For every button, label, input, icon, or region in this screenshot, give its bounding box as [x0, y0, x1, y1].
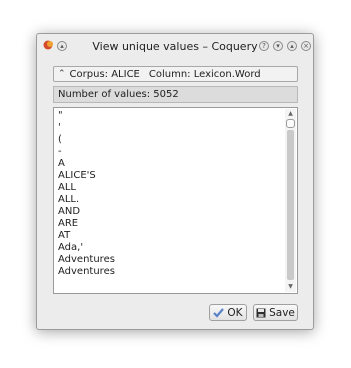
maximize-icon[interactable]: ▴: [287, 41, 297, 51]
save-button[interactable]: Save: [253, 304, 298, 321]
app-icon: [43, 40, 53, 50]
list-item[interactable]: Adventures: [58, 266, 283, 278]
list-item[interactable]: A: [58, 158, 283, 170]
list-item[interactable]: Ada,': [58, 242, 283, 254]
floppy-disk-icon: [256, 308, 266, 317]
corpus-info-toggle[interactable]: ⌃ Corpus: ALICE Column: Lexicon.Word: [53, 66, 298, 82]
column-label: Column: Lexicon.Word: [148, 68, 261, 80]
scroll-down-icon[interactable]: ▼: [285, 282, 296, 292]
minimize-icon[interactable]: ▾: [273, 41, 283, 51]
corpus-label: Corpus: ALICE: [69, 68, 140, 80]
list-item[interactable]: ALL: [58, 182, 283, 194]
list-item[interactable]: ': [58, 122, 283, 134]
window-title: View unique values – Coquery: [92, 40, 258, 53]
scroll-up-icon[interactable]: ▲: [285, 109, 296, 119]
value-count-label: Number of values: 5052: [53, 86, 298, 103]
values-container: " '(- A ALICE'S ALL ALL. AND ARE AT Ada,' Adventur…: [58, 110, 283, 278]
list-item[interactable]: (: [58, 134, 283, 146]
list-item[interactable]: AND: [58, 206, 283, 218]
list-item[interactable]: ARE: [58, 218, 283, 230]
list-item[interactable]: AT: [58, 230, 283, 242]
scrollbar-track[interactable]: [287, 130, 294, 280]
dialog-window: ▴ View unique values – Coquery ? ▾ ▴ × ⌃…: [36, 33, 314, 330]
list-item[interactable]: ALL.: [58, 194, 283, 206]
collapse-caret-icon: ⌃: [58, 69, 66, 79]
unique-values-list[interactable]: " '(- A ALICE'S ALL ALL. AND ARE AT Ada,' Adventur…: [53, 107, 298, 294]
ok-label: OK: [227, 306, 243, 319]
vertical-scrollbar[interactable]: ▲ ▼: [285, 109, 296, 292]
list-item[interactable]: -: [58, 146, 283, 158]
list-item[interactable]: Adventures: [58, 254, 283, 266]
save-label: Save: [269, 306, 295, 319]
list-item[interactable]: ALICE'S: [58, 170, 283, 182]
scrollbar-thumb[interactable]: [286, 119, 295, 128]
help-icon[interactable]: ?: [259, 41, 269, 51]
checkmark-icon: [213, 307, 225, 318]
list-item[interactable]: ": [58, 110, 283, 122]
pin-icon[interactable]: ▴: [57, 41, 67, 51]
close-icon[interactable]: ×: [301, 41, 311, 51]
ok-button[interactable]: OK: [209, 304, 247, 321]
title-bar: ▴ View unique values – Coquery ? ▾ ▴ ×: [37, 34, 313, 58]
